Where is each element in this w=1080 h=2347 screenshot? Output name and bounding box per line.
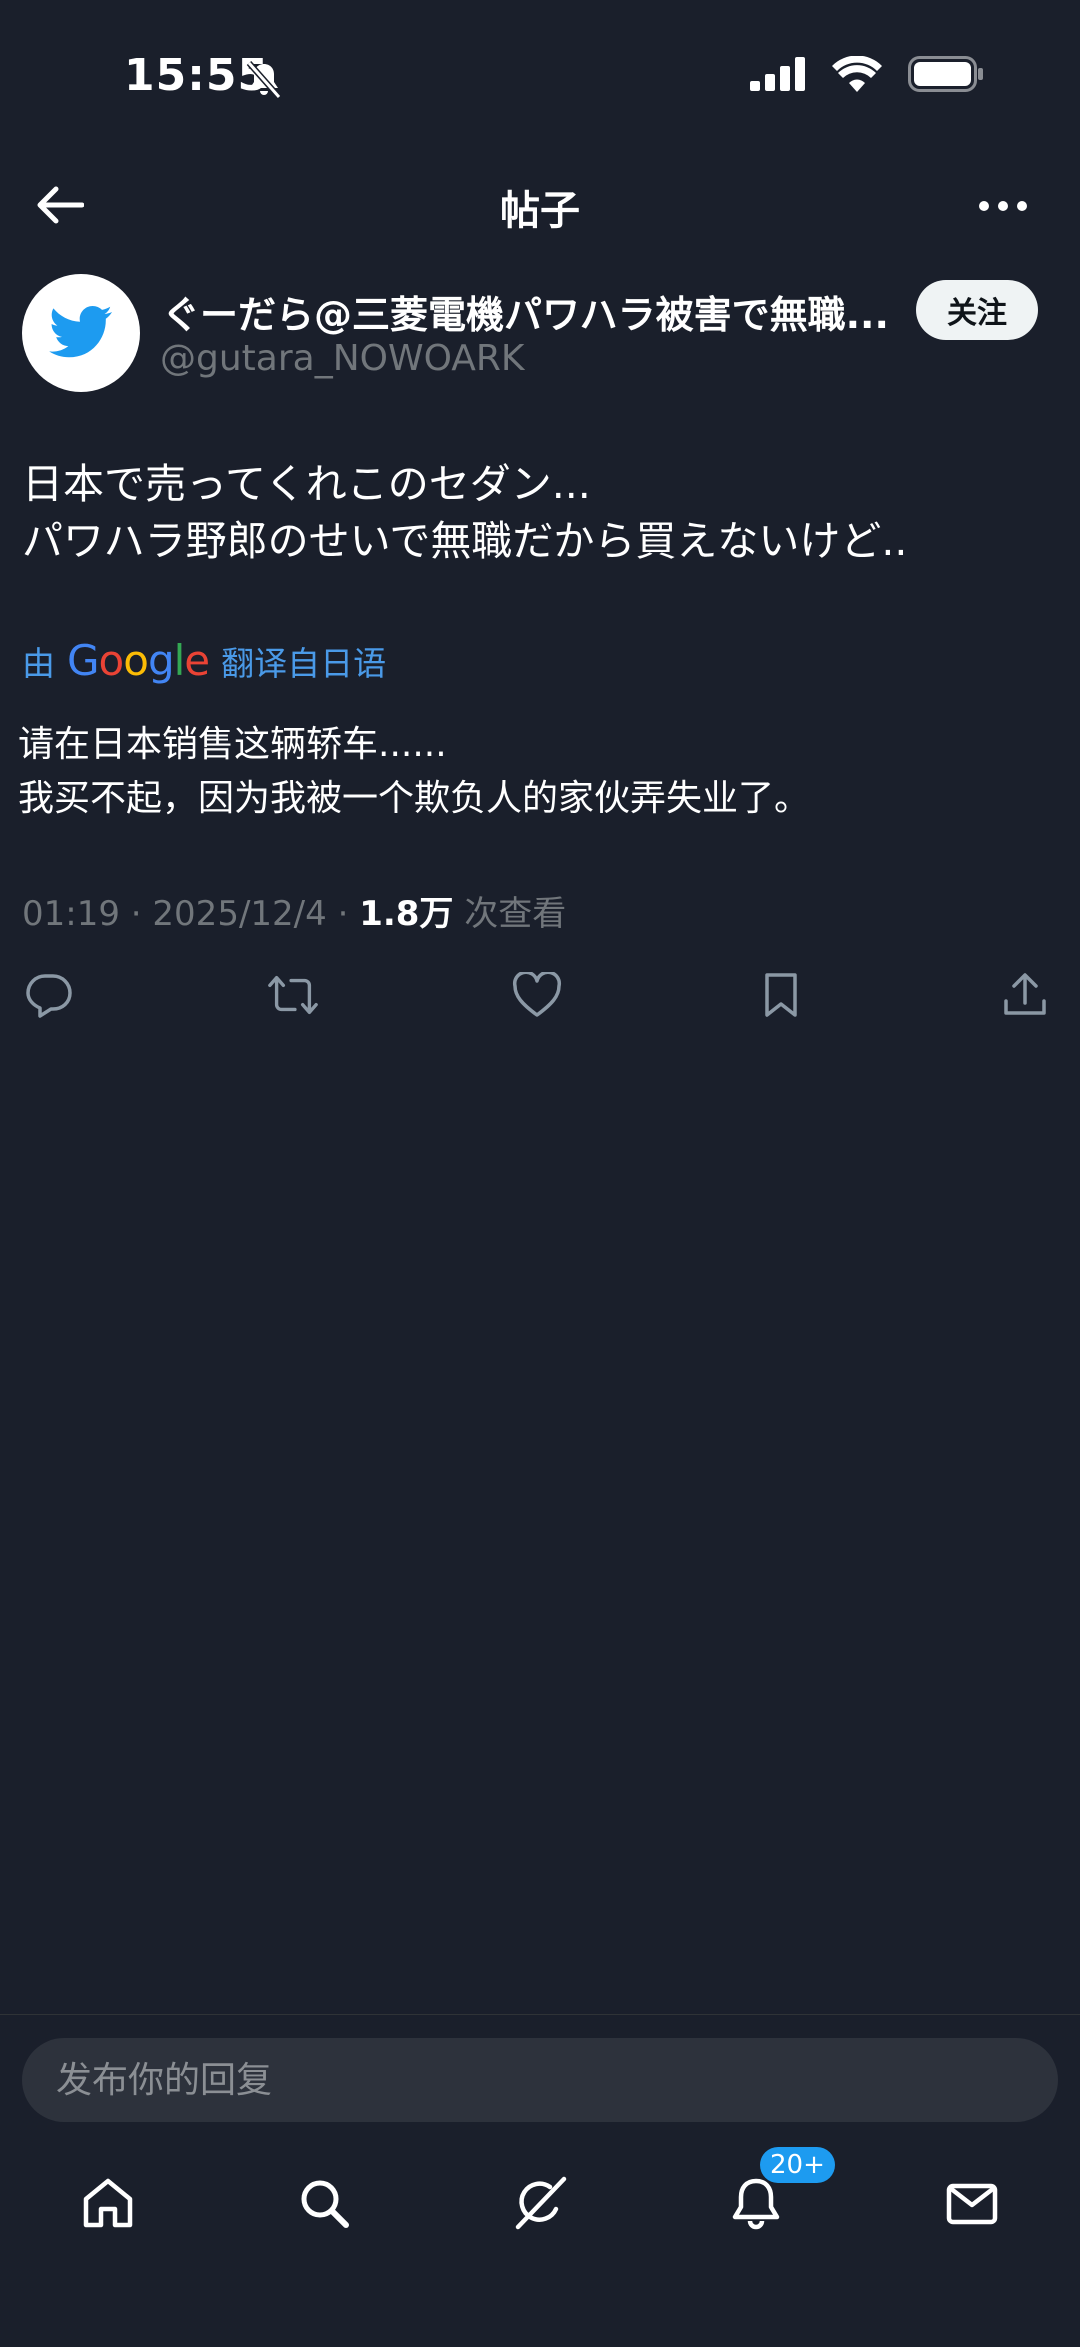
nav-notifications[interactable]: 20+ [716, 2147, 835, 2243]
bottom-navigation: 20+ [0, 2147, 1080, 2246]
mute-bell-icon [246, 60, 282, 104]
tweet-meta: 01:19 · 2025/12/4 · 1.8万 次查看 [22, 894, 567, 934]
bookmark-button[interactable] [754, 968, 808, 1022]
tweet-actions [22, 968, 1052, 1022]
page-title: 帖子 [500, 188, 580, 234]
wifi-icon [832, 55, 882, 96]
translate-prefix: 由 [22, 643, 55, 683]
bookmark-icon [765, 973, 797, 1017]
bird-logo-icon [49, 306, 112, 358]
author-display-name[interactable]: ぐーだら@三菱電機パワハラ被害で無職... [162, 284, 902, 339]
notifications-icon [732, 2178, 780, 2230]
reply-box[interactable] [22, 2038, 1058, 2122]
nav-messages[interactable] [932, 2163, 1012, 2243]
view-count: 1.8万 [359, 894, 454, 934]
tweet-text: 日本で売ってくれこのセダン... パワハラ野郎のせいで無職だから買えないけど.. [22, 456, 1052, 570]
nav-grok[interactable] [500, 2163, 580, 2243]
reply-button[interactable] [22, 968, 76, 1022]
messages-icon [946, 2183, 998, 2225]
translation-line: 我买不起，因为我被一个欺负人的家伙弄失业了。 [18, 778, 811, 819]
reply-icon [26, 974, 72, 1018]
tweet-line: 日本で売ってくれこのセダン... [22, 460, 591, 508]
grok-icon [515, 2176, 567, 2230]
share-icon [1004, 973, 1046, 1015]
translate-label: 翻译自日语 [221, 643, 387, 683]
translation-line: 请在日本销售这辆轿车...... [18, 724, 447, 765]
author-handle[interactable]: @gutara_NOWOARK [160, 338, 525, 379]
battery-icon [908, 56, 984, 96]
like-button[interactable] [510, 968, 564, 1022]
tweet-date: 2025/12/4 [152, 894, 327, 934]
tweet-line: パワハラ野郎のせいで無職だから買えないけど.. [22, 517, 908, 565]
search-icon [301, 2180, 349, 2228]
follow-button[interactable]: 关注 [916, 280, 1038, 340]
reply-input[interactable] [54, 2058, 1058, 2102]
translated-text: 请在日本销售这辆轿车...... 我买不起，因为我被一个欺负人的家伙弄失业了。 [18, 718, 1058, 826]
view-count-suffix: 次查看 [464, 894, 567, 934]
avatar[interactable] [22, 274, 140, 392]
share-button[interactable] [998, 968, 1052, 1022]
home-icon [83, 2178, 133, 2228]
nav-home[interactable] [68, 2163, 148, 2243]
tweet-time: 01:19 [22, 894, 120, 934]
notification-badge: 20+ [760, 2147, 835, 2183]
retweet-icon [268, 975, 318, 1015]
divider [0, 2014, 1080, 2015]
retweet-button[interactable] [266, 968, 320, 1022]
cellular-signal-icon [750, 57, 806, 95]
like-icon [512, 972, 562, 1017]
more-options-button[interactable] [970, 184, 1036, 228]
more-dots-icon [979, 201, 1027, 211]
nav-search[interactable] [284, 2163, 364, 2243]
google-logo: Google [67, 636, 210, 685]
translation-attribution[interactable]: 由 Google 翻译自日语 [22, 636, 386, 685]
